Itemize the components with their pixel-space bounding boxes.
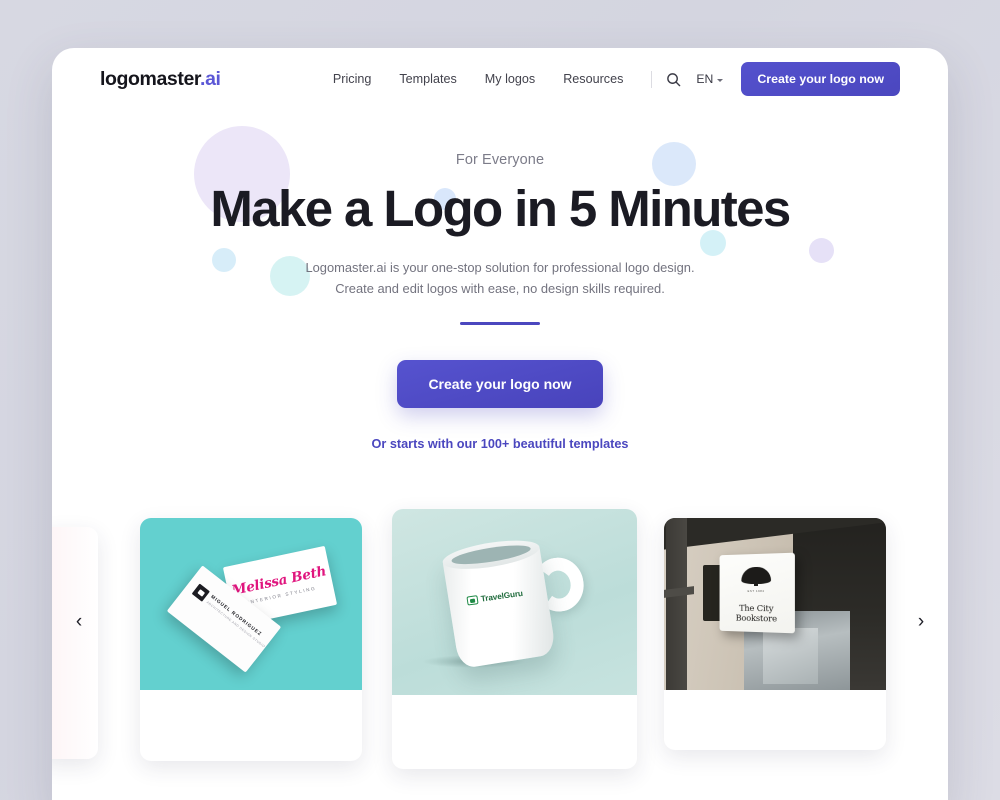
carousel-card-businesses[interactable]: EST 1984 The City Bookstore Create logo … xyxy=(664,517,886,750)
mug-illustration: TravelGuru xyxy=(435,526,604,680)
nav-item-my-logos[interactable]: My logos xyxy=(471,66,549,92)
page-title: Make a Logo in 5 Minutes xyxy=(210,180,791,237)
hero-divider xyxy=(460,321,540,325)
carousel-track: Melissa Beth INTERIOR STYLING MIGUEL ROD… xyxy=(52,505,948,785)
browse-templates-link[interactable]: Or starts with our 100+ beautiful templa… xyxy=(52,437,948,451)
search-icon[interactable] xyxy=(662,68,684,90)
nav-item-pricing[interactable]: Pricing xyxy=(319,66,386,92)
card-footer: Create logo for personal brands → xyxy=(140,690,362,761)
sign-name: The City Bookstore xyxy=(735,602,777,624)
site-logo[interactable]: logomaster.ai xyxy=(100,68,221,91)
carousel-card-personal-brands[interactable]: Melissa Beth INTERIOR STYLING MIGUEL ROD… xyxy=(140,517,362,761)
nav-divider xyxy=(651,70,653,88)
carousel-card-partial[interactable] xyxy=(52,526,98,759)
building-facade: EST 1984 The City Bookstore xyxy=(664,517,886,690)
hero-create-logo-button[interactable]: Create your logo now xyxy=(397,359,603,408)
main-navigation: Pricing Templates My logos Resources EN … xyxy=(319,62,900,96)
use-case-carousel: ‹ › Melissa Beth INTERIOR STYLING MIGUEL… xyxy=(52,505,948,795)
storefront-sign: EST 1984 The City Bookstore xyxy=(719,552,795,634)
chevron-down-icon xyxy=(717,78,724,82)
hero-cta-group: Create your logo now Or starts with our … xyxy=(52,359,948,451)
logo-suffix: .ai xyxy=(200,67,221,90)
hero-subtitle: Logomaster.ai is your one-stop solution … xyxy=(52,258,948,300)
website-page-card: logomaster.ai Pricing Templates My logos… xyxy=(52,48,948,800)
card-artwork-business-cards: Melissa Beth INTERIOR STYLING MIGUEL ROD… xyxy=(140,517,362,690)
hero-section: For Everyone Make a Logo in 5 Minutes Lo… xyxy=(52,110,948,451)
facade-column xyxy=(666,517,687,690)
carousel-prev-button[interactable]: ‹ xyxy=(66,609,92,635)
square-mark-icon xyxy=(191,583,210,602)
card-footer: Create logo for startups → xyxy=(392,695,637,769)
card-artwork-storefront-sign: EST 1984 The City Bookstore xyxy=(664,517,886,690)
hero-subtitle-line-1: Logomaster.ai is your one-stop solution … xyxy=(305,260,695,276)
travelguru-mark-icon xyxy=(466,595,479,606)
logo-text: logomaster xyxy=(100,67,201,90)
hero-eyebrow: For Everyone xyxy=(455,152,545,168)
carousel-next-button[interactable]: › xyxy=(908,609,934,635)
card-artwork-coffee-mug: TravelGuru xyxy=(392,508,637,695)
carousel-card-startups[interactable]: TravelGuru Create logo for startups → xyxy=(392,508,637,769)
language-label: EN xyxy=(696,72,714,86)
hero-subtitle-line-2: Create and edit logos with ease, no desi… xyxy=(335,280,665,296)
tree-logo-icon xyxy=(741,566,772,585)
nav-item-resources[interactable]: Resources xyxy=(549,66,637,92)
header-create-logo-button[interactable]: Create your logo now xyxy=(741,62,900,96)
site-header: logomaster.ai Pricing Templates My logos… xyxy=(52,48,948,110)
nav-item-templates[interactable]: Templates xyxy=(385,66,470,92)
language-selector[interactable]: EN xyxy=(696,72,724,86)
sign-subtitle: EST 1984 xyxy=(747,588,765,593)
card-footer: Create logo for businesses → xyxy=(664,690,886,750)
business-card-2-subtitle: ARCHITECTURE AND DESIGN STUDIO xyxy=(205,599,267,649)
